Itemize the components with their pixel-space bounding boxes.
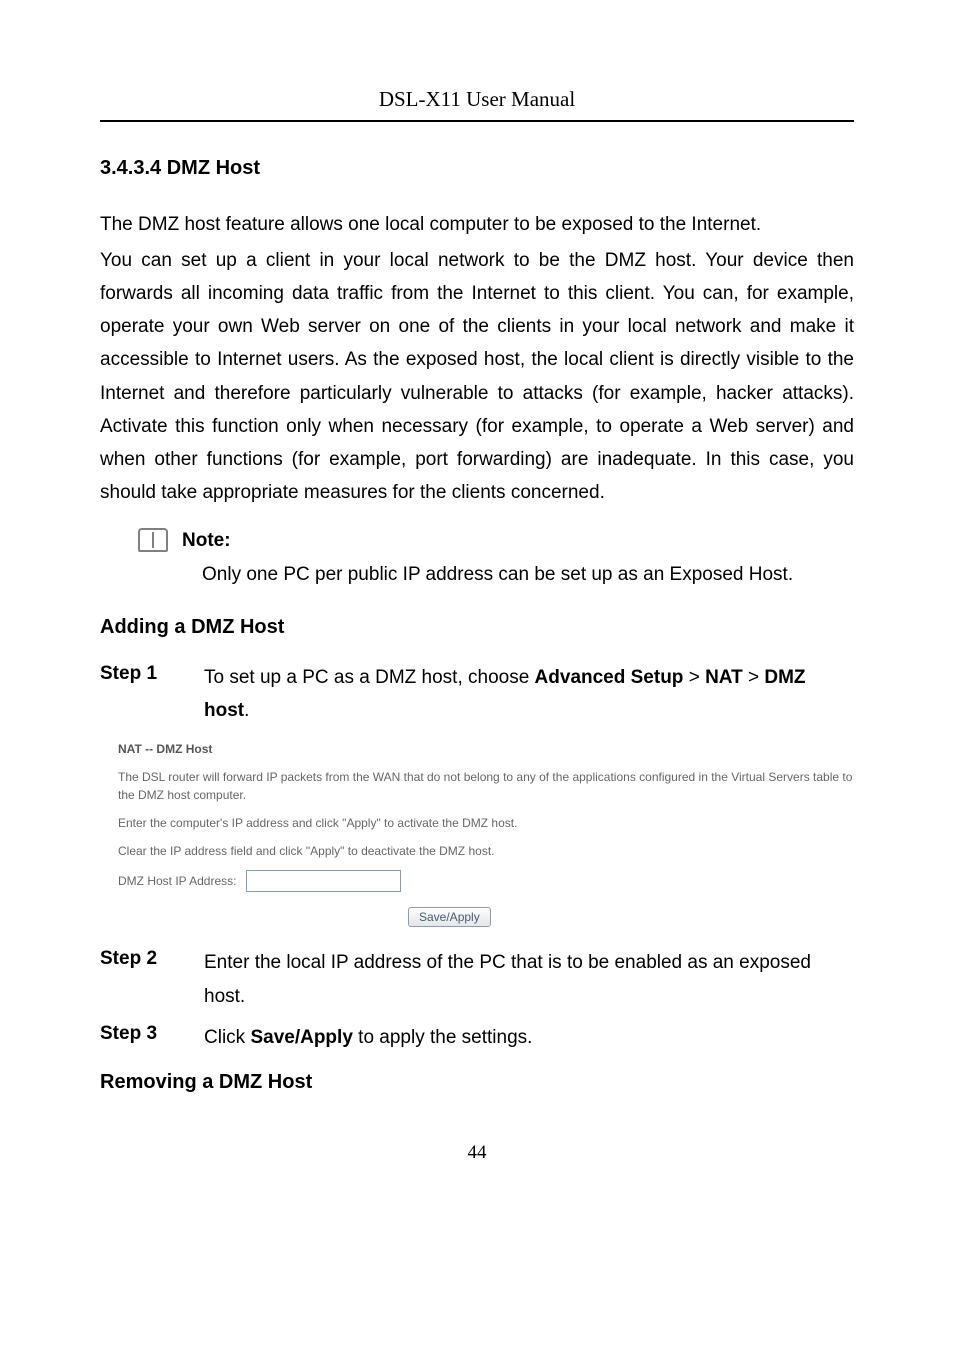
step-label: Step 1	[100, 661, 172, 728]
note-text: Only one PC per public IP address can be…	[202, 560, 854, 590]
dmz-screenshot: NAT -- DMZ Host The DSL router will forw…	[118, 741, 854, 928]
screenshot-line2: Enter the computer's IP address and clic…	[118, 814, 854, 832]
step-text: Enter the local IP address of the PC tha…	[204, 946, 854, 1013]
step-label: Step 2	[100, 946, 172, 1013]
dmz-ip-label: DMZ Host IP Address:	[118, 873, 236, 890]
note-block: Note: Only one PC per public IP address …	[138, 528, 854, 591]
step-text: Click Save/Apply to apply the settings.	[204, 1021, 532, 1054]
lead-sentence: The DMZ host feature allows one local co…	[100, 208, 854, 241]
screenshot-title: NAT -- DMZ Host	[118, 741, 854, 758]
body-paragraph: You can set up a client in your local ne…	[100, 244, 854, 510]
page-number: 44	[100, 1140, 854, 1167]
screenshot-line3: Clear the IP address field and click "Ap…	[118, 842, 854, 860]
dmz-ip-input[interactable]	[246, 870, 401, 892]
removing-heading: Removing a DMZ Host	[100, 1068, 854, 1096]
step-1: Step 1 To set up a PC as a DMZ host, cho…	[100, 661, 854, 728]
step-label: Step 3	[100, 1021, 172, 1054]
screenshot-line1: The DSL router will forward IP packets f…	[118, 768, 854, 804]
adding-heading: Adding a DMZ Host	[100, 613, 854, 641]
step-3: Step 3 Click Save/Apply to apply the set…	[100, 1021, 854, 1054]
note-label: Note:	[182, 528, 231, 555]
save-apply-button[interactable]: Save/Apply	[408, 907, 491, 927]
step-text: To set up a PC as a DMZ host, choose Adv…	[204, 661, 854, 728]
page-header-title: DSL-X11 User Manual	[100, 85, 854, 122]
section-heading: 3.4.3.4 DMZ Host	[100, 154, 854, 182]
step-2: Step 2 Enter the local IP address of the…	[100, 946, 854, 1013]
book-icon	[138, 528, 168, 552]
